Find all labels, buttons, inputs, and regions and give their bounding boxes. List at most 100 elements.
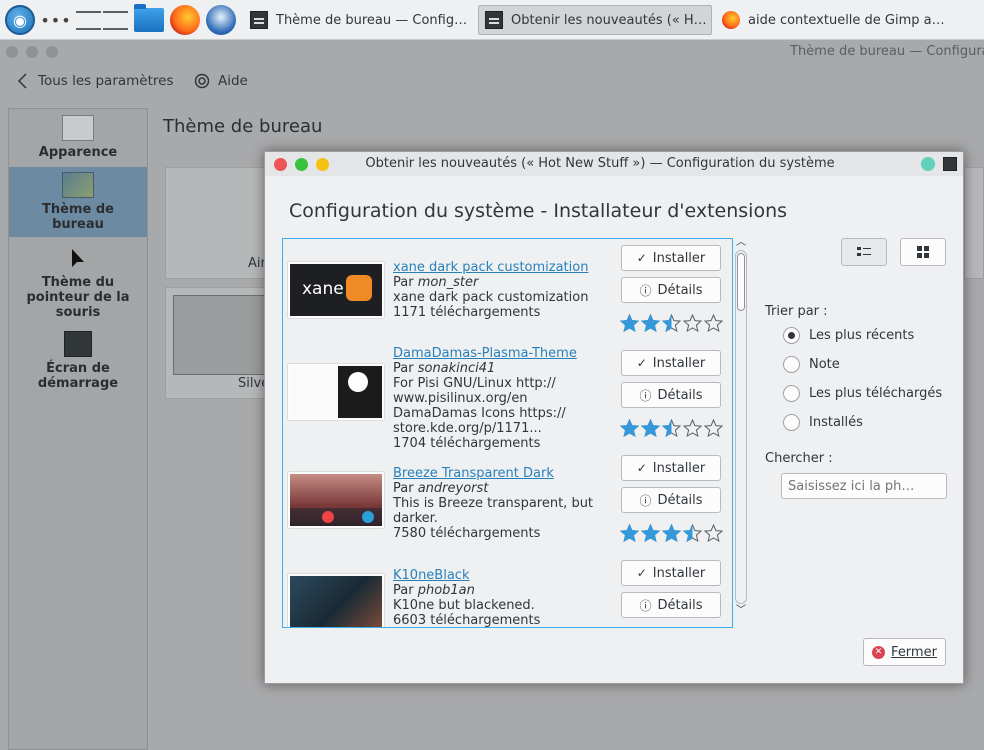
desktop-2[interactable]	[103, 10, 128, 13]
star-empty-icon	[704, 524, 723, 543]
scroll-up-icon[interactable]: ︿	[735, 238, 747, 248]
sort-option-downloads[interactable]: Les plus téléchargés	[783, 385, 942, 402]
entry-name-link[interactable]: Breeze Transparent Dark	[393, 466, 554, 481]
window-menu-icon[interactable]	[943, 157, 957, 171]
radio-label: Les plus téléchargés	[809, 386, 943, 401]
icon-view-button[interactable]	[900, 238, 946, 266]
theme-card-air[interactable]: Air	[165, 167, 270, 279]
entry-description: For Pisi GNU/Linux http://	[393, 376, 556, 391]
details-label: Détails	[657, 597, 703, 613]
install-button[interactable]: ✓ Installer	[621, 245, 721, 271]
rating-stars[interactable]	[620, 314, 723, 333]
back-button[interactable]: Tous les paramètres	[16, 73, 173, 89]
entry-name-link[interactable]: DamaDamas-Plasma-Theme	[393, 346, 577, 361]
search-input[interactable]	[781, 473, 947, 499]
sidebar-item-label: Apparence	[38, 145, 118, 160]
fox-logo-icon	[346, 275, 372, 301]
list-view-button[interactable]	[841, 238, 887, 266]
install-label: Installer	[652, 565, 706, 581]
file-manager-icon[interactable]	[133, 4, 165, 36]
sort-option-installed[interactable]: Installés	[783, 414, 863, 431]
sidebar-item-label: Thème du pointeur de la souris	[26, 275, 130, 320]
by-prefix: Par	[393, 481, 414, 496]
close-icon: ✕	[872, 645, 886, 659]
radio-button[interactable]	[783, 385, 800, 402]
keep-above-icon[interactable]	[921, 157, 935, 171]
entry-description: store.kde.org/p/1171...	[393, 421, 542, 436]
entry-description: xane dark pack customization	[393, 290, 589, 305]
details-button[interactable]: ⓘ Détails	[621, 487, 721, 513]
radio-button[interactable]	[783, 414, 800, 431]
list-scrollbar[interactable]: ︿ ﹀	[735, 238, 747, 628]
window-icon	[250, 11, 268, 29]
settings-sidebar: Apparence Thème de bureau Thème du point…	[8, 108, 148, 750]
star-empty-icon	[704, 314, 723, 333]
entry-name-link[interactable]: xane dark pack customization	[393, 260, 588, 275]
list-item: K10neBlack Par phob1an K10ne but blacken…	[283, 554, 732, 627]
task-gimp-help[interactable]: aide contextuelle de Gimp a…	[716, 5, 984, 35]
dialog-heading: Configuration du système - Installateur …	[289, 200, 788, 222]
details-button[interactable]: ⓘ Détails	[621, 592, 721, 618]
theme-card-partial[interactable]	[964, 167, 984, 279]
lifebuoy-icon	[194, 73, 210, 89]
desktop-3[interactable]	[76, 27, 101, 30]
scroll-track[interactable]	[735, 250, 747, 604]
scroll-handle[interactable]	[737, 253, 745, 311]
sidebar-item-label: Thème de bureau	[42, 202, 114, 232]
sort-option-rating[interactable]: Note	[783, 356, 840, 373]
maximize-dot[interactable]	[46, 46, 58, 58]
desktop-theme-icon	[62, 172, 94, 198]
install-label: Installer	[652, 250, 706, 266]
application-launcher-icon[interactable]: ◉	[4, 4, 36, 36]
radio-button[interactable]	[783, 327, 800, 344]
theme-card-silver[interactable]: Silve	[165, 287, 270, 399]
install-button[interactable]: ✓ Installer	[621, 455, 721, 481]
sidebar-item-cursor-theme[interactable]: Thème du pointeur de la souris	[9, 247, 147, 325]
install-button[interactable]: ✓ Installer	[621, 350, 721, 376]
entry-name-link[interactable]: K10neBlack	[393, 568, 469, 583]
rating-stars[interactable]	[620, 524, 723, 543]
thunderbird-icon[interactable]	[205, 4, 237, 36]
star-full-icon	[662, 524, 681, 543]
star-empty-icon	[683, 419, 702, 438]
minimize-dot[interactable]	[26, 46, 38, 58]
install-label: Installer	[652, 355, 706, 371]
sort-option-newest[interactable]: Les plus récents	[783, 327, 914, 344]
close-dot[interactable]	[6, 46, 18, 58]
sidebar-item-label: Écran de démarrage	[37, 361, 119, 391]
entry-author: Par phob1an	[393, 583, 475, 598]
firefox-icon[interactable]	[169, 4, 201, 36]
appearance-icon	[62, 115, 94, 141]
back-label: Tous les paramètres	[38, 73, 174, 89]
extension-list[interactable]: xane xane dark pack customization Par mo…	[282, 238, 733, 628]
settings-titlebar: Thème de bureau — Configura	[0, 40, 984, 64]
help-button[interactable]: Aide	[194, 73, 248, 89]
task-desktop-theme[interactable]: Thème de bureau — Config…	[244, 5, 474, 35]
by-prefix: Par	[393, 275, 414, 290]
sidebar-item-desktop-theme[interactable]: Thème de bureau	[9, 167, 147, 237]
install-button[interactable]: ✓ Installer	[621, 560, 721, 586]
details-button[interactable]: ⓘ Détails	[621, 277, 721, 303]
more-dots-icon[interactable]: •••	[40, 4, 72, 36]
sidebar-item-splash-screen[interactable]: Écran de démarrage	[9, 331, 147, 401]
close-button[interactable]: ✕ Fermer	[863, 638, 946, 666]
desktop-1[interactable]	[76, 10, 101, 13]
list-item: Breeze Transparent Dark Par andreyorst T…	[283, 449, 732, 554]
check-icon: ✓	[636, 251, 647, 265]
entry-author: Par mon_ster	[393, 275, 478, 290]
details-button[interactable]: ⓘ Détails	[621, 382, 721, 408]
sidebar-item-appearance[interactable]: Apparence	[9, 115, 147, 169]
help-label: Aide	[218, 73, 248, 89]
entry-description: www.pisilinux.org/en	[393, 391, 528, 406]
virtual-desktop-pager[interactable]	[76, 4, 128, 36]
rating-stars[interactable]	[620, 419, 723, 438]
info-icon: ⓘ	[639, 493, 652, 508]
task-get-new-stuff[interactable]: Obtenir les nouveautés (« H…	[478, 5, 712, 35]
cat-logo-icon	[348, 372, 368, 392]
entry-thumbnail: xane	[288, 262, 384, 318]
settings-window-title: Thème de bureau — Configura	[790, 44, 984, 59]
desktop-4[interactable]	[103, 27, 128, 30]
scroll-down-icon[interactable]: ﹀	[735, 606, 747, 616]
preview-panel	[290, 366, 338, 418]
radio-button[interactable]	[783, 356, 800, 373]
